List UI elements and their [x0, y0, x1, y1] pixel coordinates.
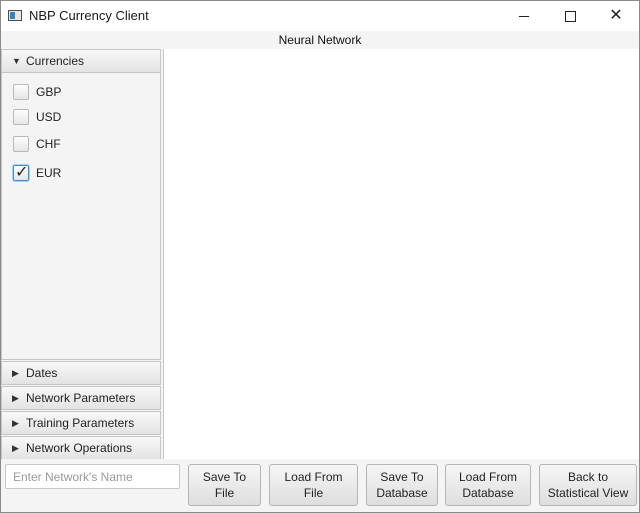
checkbox-box[interactable]: [13, 109, 29, 125]
title-bar: NBP Currency Client ✕: [1, 1, 639, 31]
window-title: NBP Currency Client: [29, 8, 149, 23]
network-chart-area: [163, 49, 639, 459]
accordion-label: Training Parameters: [26, 416, 135, 430]
collapsed-arrow-icon: ▶: [12, 418, 19, 428]
checkbox-label: CHF: [36, 137, 61, 151]
maximize-button[interactable]: [547, 1, 593, 31]
checkbox-label: USD: [36, 110, 62, 124]
checkbox-box[interactable]: [13, 84, 29, 100]
bottom-toolbar: Save To File Load From File Save To Data…: [1, 459, 639, 512]
checkbox-label: GBP: [36, 85, 62, 99]
checkbox-box[interactable]: [13, 136, 29, 152]
back-to-statistical-view-button[interactable]: Back to Statistical View: [539, 464, 637, 506]
minimize-icon: [519, 15, 529, 17]
network-name-input[interactable]: [5, 464, 180, 489]
close-icon: ✕: [609, 7, 623, 24]
accordion-label: Dates: [26, 366, 58, 380]
checkbox-box-checked[interactable]: ✓: [13, 164, 29, 181]
collapsed-arrow-icon: ▶: [12, 393, 19, 403]
load-from-database-button[interactable]: Load From Database: [445, 464, 531, 506]
load-from-file-button[interactable]: Load From File: [269, 464, 358, 506]
checkbox-label: EUR: [36, 166, 62, 180]
checkbox-eur[interactable]: ✓ EUR: [13, 163, 61, 183]
checkbox-chf[interactable]: CHF: [13, 134, 61, 154]
accordion-label: Network Parameters: [26, 391, 136, 405]
minimize-button[interactable]: [501, 1, 547, 31]
checkmark-icon: ✓: [15, 164, 29, 181]
currencies-panel: GBP USD CHF ✓ EUR: [1, 73, 161, 360]
accordion-label: Network Operations: [26, 441, 133, 455]
app-window: NBP Currency Client ✕ Neural Network ▼ C…: [0, 0, 640, 513]
maximize-icon: [564, 10, 576, 22]
save-to-file-button[interactable]: Save To File: [188, 464, 261, 506]
accordion-label: Currencies: [26, 54, 85, 68]
save-to-database-button[interactable]: Save To Database: [366, 464, 438, 506]
accordion-header-network-operations[interactable]: ▶ Network Operations: [1, 436, 161, 460]
app-icon: [8, 10, 22, 21]
accordion-header-training-parameters[interactable]: ▶ Training Parameters: [1, 411, 161, 435]
checkbox-usd[interactable]: USD: [13, 107, 61, 127]
accordion-header-dates[interactable]: ▶ Dates: [1, 361, 161, 385]
accordion-header-network-parameters[interactable]: ▶ Network Parameters: [1, 386, 161, 410]
expanded-arrow-icon: ▼: [12, 56, 21, 66]
close-button[interactable]: ✕: [593, 1, 639, 31]
accordion-header-currencies[interactable]: ▼ Currencies: [1, 49, 161, 73]
checkbox-gbp[interactable]: GBP: [13, 82, 61, 102]
collapsed-arrow-icon: ▶: [12, 368, 19, 378]
view-title: Neural Network: [278, 33, 362, 47]
collapsed-arrow-icon: ▶: [12, 443, 19, 453]
sidebar-accordion: ▼ Currencies GBP USD CHF ✓ EUR ▶ Dates ▶…: [1, 49, 162, 460]
